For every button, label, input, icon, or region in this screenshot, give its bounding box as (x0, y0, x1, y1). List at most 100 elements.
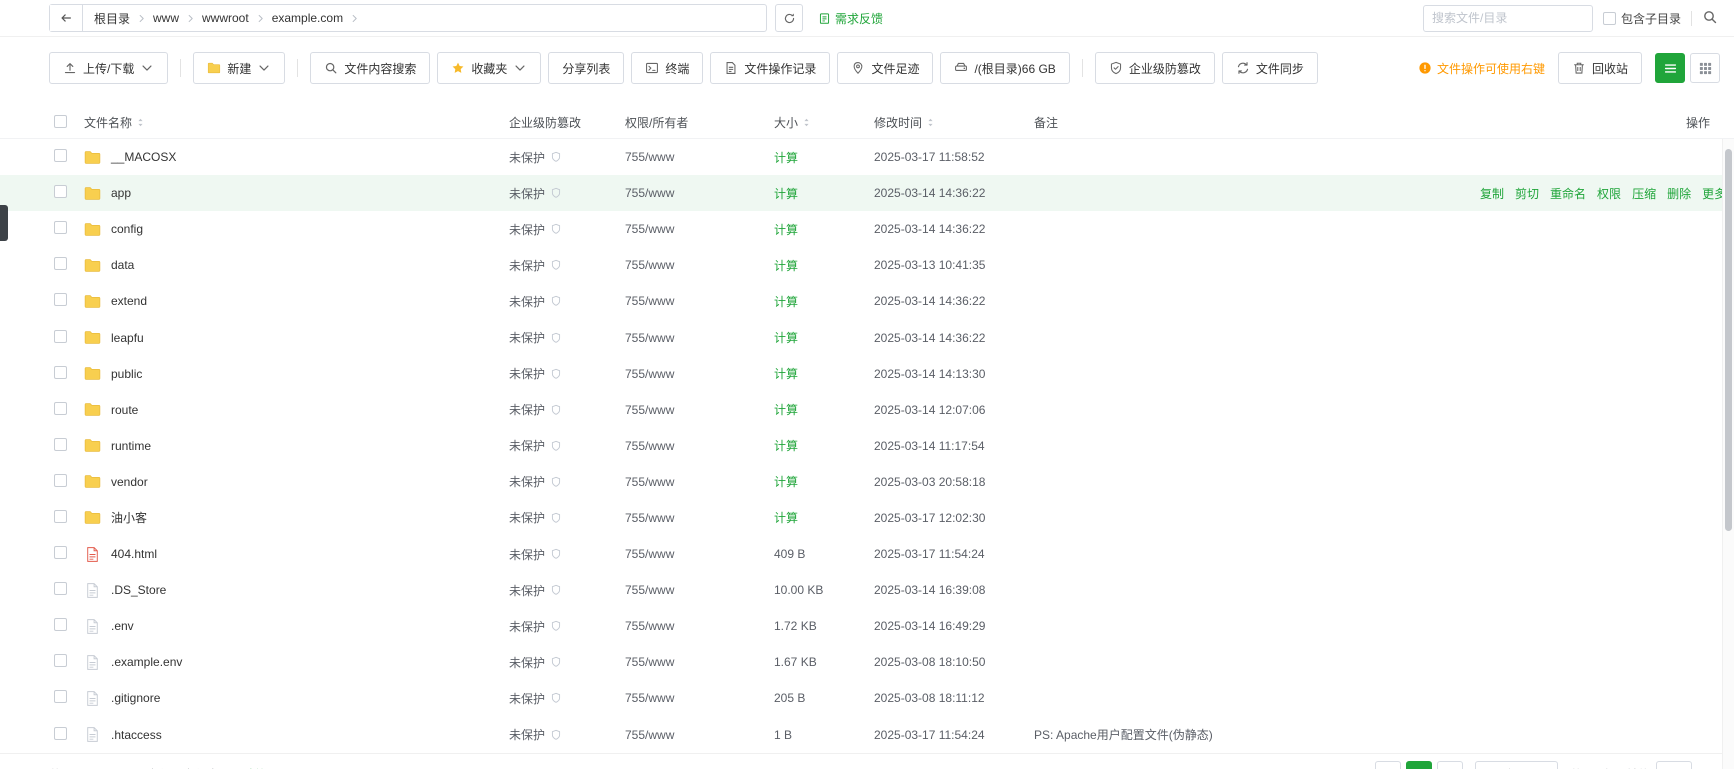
next-page-button[interactable] (1436, 761, 1463, 769)
row-action-copy[interactable]: 复制 (1480, 185, 1504, 202)
size-calc-link[interactable]: 计算 (774, 509, 874, 526)
collapsed-sidebar-tab[interactable] (0, 205, 8, 241)
file-name[interactable]: extend (111, 294, 147, 308)
file-row[interactable]: 油小客 未保护 755/www 计算 2025-03-17 12:02:30 (0, 500, 1734, 536)
row-checkbox[interactable] (54, 582, 67, 596)
size-calc-link[interactable]: 计算 (774, 257, 874, 274)
file-row[interactable]: .env 未保护 755/www 1.72 KB 2025-03-14 16:49:29 (0, 608, 1734, 644)
new-button[interactable]: 新建 (193, 52, 286, 84)
sort-icon[interactable] (801, 117, 812, 128)
share-list-button[interactable]: 分享列表 (548, 52, 625, 84)
row-checkbox[interactable] (54, 257, 67, 271)
file-row[interactable]: vendor 未保护 755/www 计算 2025-03-03 20:58:18 (0, 464, 1734, 500)
refresh-button[interactable] (775, 4, 803, 32)
file-name[interactable]: vendor (111, 475, 148, 489)
sort-icon[interactable] (925, 117, 936, 128)
page-size-select[interactable]: 500条/页 (1474, 761, 1558, 769)
row-checkbox[interactable] (54, 185, 67, 199)
prev-page-button[interactable] (1374, 761, 1401, 769)
file-name[interactable]: .htaccess (111, 728, 162, 742)
file-name[interactable]: 404.html (111, 547, 157, 561)
breadcrumb-item[interactable]: www (153, 11, 179, 25)
row-checkbox[interactable] (54, 149, 67, 163)
breadcrumb-item[interactable]: wwwroot (202, 11, 249, 25)
file-row[interactable]: .example.env 未保护 755/www 1.67 KB 2025-03-08 … (0, 644, 1734, 680)
search-input[interactable] (1422, 4, 1593, 32)
file-row[interactable]: 404.html 未保护 755/www 409 B 2025-03-17 11:54:… (0, 536, 1734, 572)
row-action-compress[interactable]: 压缩 (1632, 185, 1656, 202)
vertical-scrollbar[interactable] (1722, 139, 1734, 769)
size-calc-link[interactable]: 计算 (774, 365, 874, 382)
file-row[interactable]: .htaccess 未保护 755/www 1 B 2025-03-17 11:54:2… (0, 717, 1734, 753)
scrollbar-thumb[interactable] (1725, 149, 1732, 531)
row-checkbox[interactable] (54, 401, 67, 415)
upload-download-button[interactable]: 上传/下载 (49, 52, 169, 84)
size-calc-link[interactable]: 计算 (774, 473, 874, 490)
page-1-button[interactable]: 1 (1405, 761, 1432, 769)
include-subdir-toggle[interactable]: 包含子目录 (1602, 10, 1681, 27)
file-name[interactable]: route (111, 403, 138, 417)
row-action-permission[interactable]: 权限 (1597, 185, 1621, 202)
favorites-button[interactable]: 收藏夹 (437, 52, 542, 84)
file-name[interactable]: .gitignore (111, 691, 160, 705)
row-checkbox[interactable] (54, 365, 67, 379)
goto-page-input[interactable] (1655, 761, 1692, 769)
root-disk-button[interactable]: /(根目录)66 GB (940, 52, 1070, 84)
back-button[interactable] (50, 5, 83, 31)
row-checkbox[interactable] (54, 618, 67, 632)
file-name[interactable]: .DS_Store (111, 583, 166, 597)
search-icon-button[interactable] (1702, 9, 1720, 27)
size-calc-link[interactable]: 计算 (774, 221, 874, 238)
include-subdir-checkbox[interactable] (1602, 11, 1616, 25)
column-header-mtime[interactable]: 修改时间 (874, 114, 1034, 131)
tamper-proof-button[interactable]: 企业级防篡改 (1094, 52, 1215, 84)
row-action-delete[interactable]: 删除 (1667, 185, 1691, 202)
file-name[interactable]: public (111, 367, 142, 381)
file-row[interactable]: config 未保护 755/www 计算 2025-03-14 14:36:22 (0, 211, 1734, 247)
file-name[interactable]: config (111, 222, 143, 236)
file-row[interactable]: .gitignore 未保护 755/www 205 B 2025-03-08 18:1… (0, 680, 1734, 716)
row-checkbox[interactable] (54, 546, 67, 560)
breadcrumb-item[interactable]: 根目录 (94, 10, 130, 27)
size-calc-link[interactable]: 计算 (774, 149, 874, 166)
row-checkbox[interactable] (54, 473, 67, 487)
file-row[interactable]: route 未保护 755/www 计算 2025-03-14 12:07:06 (0, 392, 1734, 428)
file-row[interactable]: runtime 未保护 755/www 计算 2025-03-14 11:17:54 (0, 428, 1734, 464)
file-name[interactable]: runtime (111, 439, 151, 453)
row-checkbox[interactable] (54, 654, 67, 668)
file-name[interactable]: 油小客 (111, 509, 147, 526)
feedback-link[interactable]: 需求反馈 (818, 10, 883, 27)
size-calc-link[interactable]: 计算 (774, 329, 874, 346)
column-header-size[interactable]: 大小 (774, 114, 874, 131)
row-checkbox[interactable] (54, 329, 67, 343)
row-checkbox[interactable] (54, 437, 67, 451)
file-row[interactable]: .DS_Store 未保护 755/www 10.00 KB 2025-03-14 16… (0, 572, 1734, 608)
file-name[interactable]: __MACOSX (111, 150, 176, 164)
sort-icon[interactable] (135, 117, 146, 128)
column-header-name[interactable]: 文件名称 (84, 114, 509, 131)
list-view-button[interactable] (1655, 53, 1685, 83)
recycle-bin-button[interactable]: 回收站 (1557, 52, 1642, 84)
file-row[interactable]: extend 未保护 755/www 计算 2025-03-14 14:36:22 (0, 283, 1734, 319)
row-checkbox[interactable] (54, 221, 67, 235)
file-row[interactable]: app 未保护 755/www 计算 2025-03-14 14:36:22 复制 剪切 重命… (0, 175, 1734, 212)
size-calc-link[interactable]: 计算 (774, 293, 874, 310)
size-calc-link[interactable]: 计算 (774, 185, 874, 202)
file-footprint-button[interactable]: 文件足迹 (837, 52, 934, 84)
file-name[interactable]: data (111, 258, 134, 272)
file-sync-button[interactable]: 文件同步 (1221, 52, 1318, 84)
select-all-checkbox[interactable] (54, 114, 67, 128)
file-row[interactable]: public 未保护 755/www 计算 2025-03-14 14:13:30 (0, 356, 1734, 392)
file-name[interactable]: app (111, 186, 131, 200)
file-operation-log-button[interactable]: 文件操作记录 (710, 52, 831, 84)
row-checkbox[interactable] (54, 293, 67, 307)
row-action-cut[interactable]: 剪切 (1515, 185, 1539, 202)
grid-view-button[interactable] (1690, 53, 1720, 83)
size-calc-link[interactable]: 计算 (774, 437, 874, 454)
file-name[interactable]: leapfu (111, 331, 144, 345)
file-row[interactable]: leapfu 未保护 755/www 计算 2025-03-14 14:36:22 (0, 319, 1734, 355)
file-row[interactable]: __MACOSX 未保护 755/www 计算 2025-03-17 11:58:52 (0, 139, 1734, 175)
row-checkbox[interactable] (54, 690, 67, 704)
row-checkbox[interactable] (54, 726, 67, 740)
file-content-search-button[interactable]: 文件内容搜索 (310, 52, 431, 84)
